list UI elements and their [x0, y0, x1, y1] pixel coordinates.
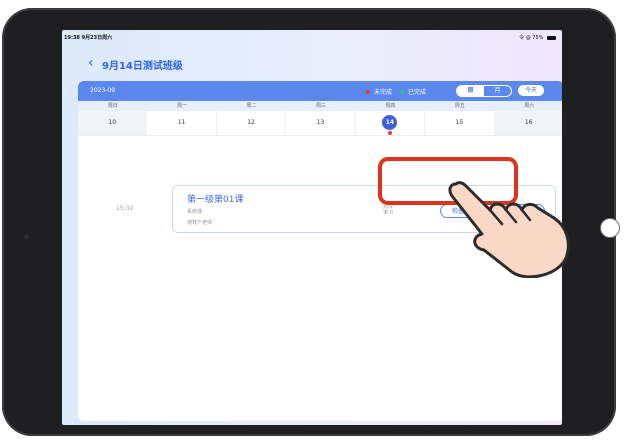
date-number: 10 — [108, 119, 117, 126]
weekday-thu: 周四 — [385, 103, 396, 109]
view-toggle[interactable]: 周 月 — [456, 85, 512, 97]
toggle-week[interactable]: 周 — [457, 86, 484, 96]
legend-dot-complete — [400, 89, 405, 94]
home-button[interactable] — [600, 218, 620, 238]
date-number: 11 — [177, 119, 186, 126]
battery-icon — [547, 35, 556, 40]
weekday-sat: 周六 — [524, 103, 535, 109]
month-label: 2023-09 — [90, 87, 116, 94]
toggle-month[interactable]: 月 — [484, 86, 511, 96]
weekday-mon: 周一 — [177, 103, 188, 109]
lesson-title: 第一级第01课 — [187, 195, 244, 205]
weekday-wed: 周三 — [315, 103, 326, 109]
status-right: 令 @ 75% — [519, 34, 556, 41]
date-number: 15 — [455, 119, 464, 126]
date-cell-selected[interactable]: 14 — [356, 111, 426, 135]
page-title: 9月14日测试班级 — [102, 61, 183, 72]
date-cell[interactable]: 16 — [494, 111, 562, 135]
weekday-row: 周日 周一 周二 周三 周四 周五 周六 — [78, 101, 562, 111]
front-camera — [24, 234, 29, 239]
status-right-text: 令 @ 75% — [519, 35, 544, 41]
weekday-tue: 周二 — [246, 103, 257, 109]
date-number: 13 — [316, 119, 325, 126]
date-cell[interactable]: 12 — [217, 111, 287, 135]
date-cell[interactable]: 15 — [425, 111, 495, 135]
lesson-time: 15:32 — [116, 205, 134, 212]
date-number: 14 — [382, 115, 398, 130]
weekday-sun: 周日 — [107, 103, 118, 109]
status-bar: 19:38 9月23日周六 令 @ 75% — [62, 30, 562, 44]
date-number: 12 — [247, 119, 255, 126]
pointing-hand-icon — [448, 181, 570, 278]
date-cell[interactable]: 13 — [286, 111, 356, 135]
status-time: 19:38 9月23日周六 — [64, 35, 113, 41]
legend: 未完成 已完成 — [366, 87, 426, 96]
legend-complete: 已完成 — [408, 89, 427, 96]
today-button[interactable]: 今天 — [518, 85, 544, 96]
date-cell[interactable]: 10 — [78, 111, 148, 135]
date-row: 10 11 12 13 14 15 16 — [78, 111, 562, 136]
date-number: 16 — [524, 119, 533, 126]
lesson-teacher: 德育户老师 — [187, 220, 213, 226]
back-chevron-icon[interactable]: ‹ — [88, 56, 94, 70]
calendar-header: 2023-09 未完成 已完成 周 月 今天 — [78, 81, 562, 101]
lesson-type: 系统课 — [187, 209, 203, 215]
legend-dot-incomplete — [366, 89, 370, 94]
date-cell[interactable]: 11 — [147, 111, 217, 135]
weekday-fri: 周五 — [454, 103, 465, 109]
legend-incomplete: 未完成 — [374, 89, 393, 96]
completion-status: 完成率 0 — [382, 204, 393, 216]
